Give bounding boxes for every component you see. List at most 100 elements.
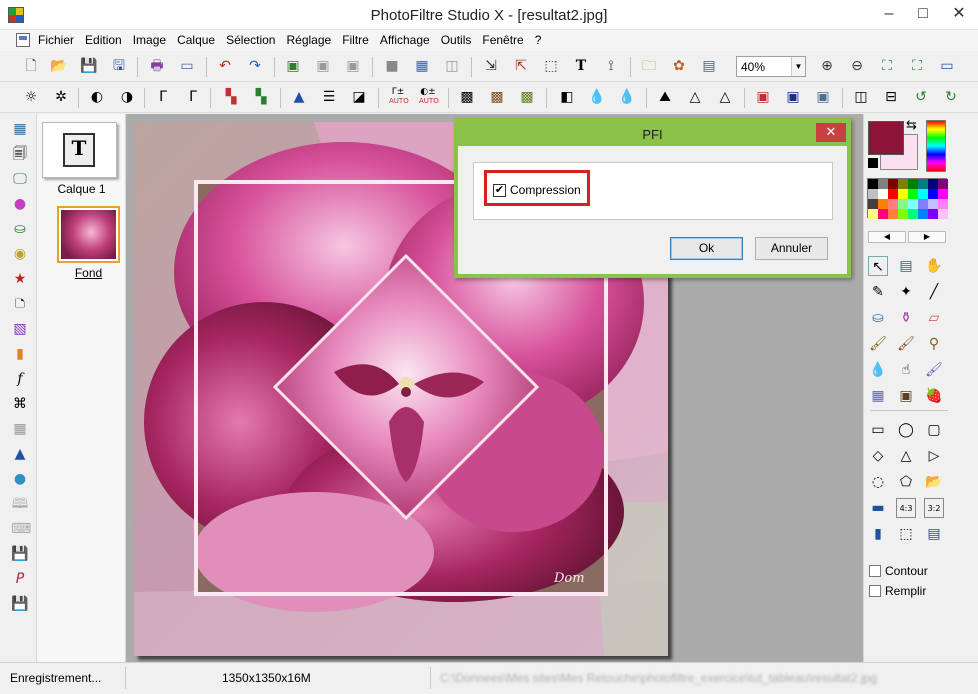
- strawberry-icon[interactable]: 🍓: [924, 386, 944, 406]
- levels-icon[interactable]: ▲: [290, 88, 308, 106]
- copy-image-icon[interactable]: ▣: [284, 57, 302, 75]
- menu-selection[interactable]: Sélection: [226, 33, 275, 47]
- curves-icon[interactable]: ☰: [320, 88, 338, 106]
- canvas-size-icon[interactable]: ⇱: [512, 57, 530, 75]
- menu-fichier[interactable]: Fichier: [38, 33, 74, 47]
- pattern-brush-icon[interactable]: 🖌: [924, 360, 944, 380]
- eyedropper-icon[interactable]: ✎: [868, 282, 888, 302]
- palette-swatch[interactable]: [868, 189, 878, 199]
- bucket-icon[interactable]: ⛀: [11, 220, 29, 238]
- magic-wand-icon[interactable]: ✦: [896, 282, 916, 302]
- hue-spectrum[interactable]: [926, 120, 946, 172]
- layer-thumbnail-fond[interactable]: [57, 206, 120, 263]
- gamma-minus-icon[interactable]: Γ: [154, 88, 172, 106]
- ellipse-shape-icon[interactable]: ◯: [896, 420, 916, 440]
- saturation-plus-icon[interactable]: ▚: [252, 88, 270, 106]
- open-folder-icon[interactable]: 📂: [50, 57, 68, 75]
- palette-swatch[interactable]: [918, 199, 928, 209]
- invert-icon[interactable]: ◪: [350, 88, 368, 106]
- contour-checkbox-row[interactable]: Contour: [869, 564, 928, 578]
- close-button[interactable]: ✕: [940, 0, 978, 30]
- palette-swatch[interactable]: [928, 189, 938, 199]
- fill-bucket-icon[interactable]: ⛀: [868, 308, 888, 328]
- zoom-in-icon[interactable]: ⊕: [818, 57, 836, 75]
- rotate-right-icon[interactable]: ↻: [942, 88, 960, 106]
- rectangle-shape-icon[interactable]: ▭: [868, 420, 888, 440]
- palette-swatch[interactable]: [878, 189, 888, 199]
- hand-tool-icon[interactable]: ✋: [924, 256, 944, 276]
- fullscreen-icon[interactable]: ▭: [938, 57, 956, 75]
- noise-icon[interactable]: ▣: [814, 88, 832, 106]
- blur-drop-icon[interactable]: 💧: [868, 360, 888, 380]
- pointer-tool-icon[interactable]: ↖: [868, 256, 888, 276]
- palette-swatch[interactable]: [878, 179, 888, 189]
- blue-sphere-icon[interactable]: ●: [11, 470, 29, 488]
- transform-icon[interactable]: ⟟: [602, 57, 620, 75]
- crop-icon[interactable]: ⬚: [542, 57, 560, 75]
- menu-reglage[interactable]: Réglage: [286, 33, 331, 47]
- palette-swatch[interactable]: [898, 179, 908, 189]
- swap-colors-icon[interactable]: ⇆: [906, 118, 917, 133]
- advanced-brush-icon[interactable]: 🖌: [896, 334, 916, 354]
- gray-icon[interactable]: ■: [383, 57, 401, 75]
- center-selection-icon[interactable]: ▮: [868, 524, 888, 544]
- calculator-icon[interactable]: ▦: [11, 120, 29, 138]
- palette-swatch[interactable]: [878, 209, 888, 219]
- menu-outils[interactable]: Outils: [441, 33, 472, 47]
- sphere-icon[interactable]: ●: [11, 195, 29, 213]
- palette-swatch[interactable]: [928, 209, 938, 219]
- signature-icon[interactable]: P: [11, 570, 29, 588]
- sharpen-icon[interactable]: △: [686, 88, 704, 106]
- minimize-button[interactable]: –: [872, 0, 906, 30]
- palette-swatch[interactable]: [938, 179, 948, 189]
- save-as-icon[interactable]: 🖫: [110, 57, 128, 75]
- chevron-down-icon[interactable]: ▼: [791, 57, 805, 76]
- palette-swatch[interactable]: [888, 189, 898, 199]
- function-icon[interactable]: f: [11, 370, 29, 388]
- contour-checkbox[interactable]: [869, 565, 881, 577]
- palette-next-button[interactable]: ▶: [908, 231, 946, 243]
- zoom-out-icon[interactable]: ⊖: [848, 57, 866, 75]
- menu-image[interactable]: Image: [133, 33, 166, 47]
- palette-swatch[interactable]: [918, 179, 928, 189]
- palette-swatch[interactable]: [868, 199, 878, 209]
- ok-button[interactable]: Ok: [670, 237, 743, 260]
- palette-swatch[interactable]: [868, 179, 878, 189]
- rotate-left-icon[interactable]: ↺: [912, 88, 930, 106]
- menu-help[interactable]: ?: [535, 33, 542, 47]
- palette-swatch[interactable]: [908, 199, 918, 209]
- window-selection-icon[interactable]: ▤: [924, 524, 944, 544]
- save-2000-icon[interactable]: 💾: [11, 545, 29, 563]
- smudge-icon[interactable]: ☝: [896, 360, 916, 380]
- palette-swatch[interactable]: [908, 189, 918, 199]
- command-icon[interactable]: ⌘: [11, 395, 29, 413]
- triangle-shape-icon[interactable]: △: [896, 446, 916, 466]
- palette-swatch[interactable]: [938, 199, 948, 209]
- color-palette[interactable]: [867, 178, 948, 219]
- selection-tool-icon[interactable]: ▤: [896, 256, 916, 276]
- diamond-shape-icon[interactable]: ◇: [868, 446, 888, 466]
- histogram-icon[interactable]: ▲: [11, 445, 29, 463]
- blur-icon[interactable]: ◧: [558, 88, 576, 106]
- reset-colors-icon[interactable]: [868, 158, 878, 168]
- palette-swatch[interactable]: [918, 189, 928, 199]
- orange-gradient-icon[interactable]: ▮: [11, 345, 29, 363]
- texture-icon[interactable]: ▩: [518, 88, 536, 106]
- document-icon[interactable]: [16, 33, 30, 47]
- palette-swatch[interactable]: [898, 209, 908, 219]
- rounded-rect-shape-icon[interactable]: ▢: [924, 420, 944, 440]
- layer-thumbnail-calque1[interactable]: T: [42, 122, 117, 178]
- save-icon[interactable]: 💾: [80, 57, 98, 75]
- flip-horizontal-icon[interactable]: ◫: [852, 88, 870, 106]
- menu-edition[interactable]: Edition: [85, 33, 122, 47]
- palette-swatch[interactable]: [888, 179, 898, 189]
- paste-new-icon[interactable]: ▣: [344, 57, 362, 75]
- gradient-icon[interactable]: ▣: [784, 88, 802, 106]
- paste-icon[interactable]: ▣: [314, 57, 332, 75]
- fit-window-icon[interactable]: ⛶: [878, 57, 896, 75]
- explorer-icon[interactable]: 🗀: [640, 57, 658, 75]
- eraser-icon[interactable]: ▱: [924, 308, 944, 328]
- flip-vertical-icon[interactable]: ⊟: [882, 88, 900, 106]
- palette-swatch[interactable]: [878, 199, 888, 209]
- palette-swatch[interactable]: [898, 199, 908, 209]
